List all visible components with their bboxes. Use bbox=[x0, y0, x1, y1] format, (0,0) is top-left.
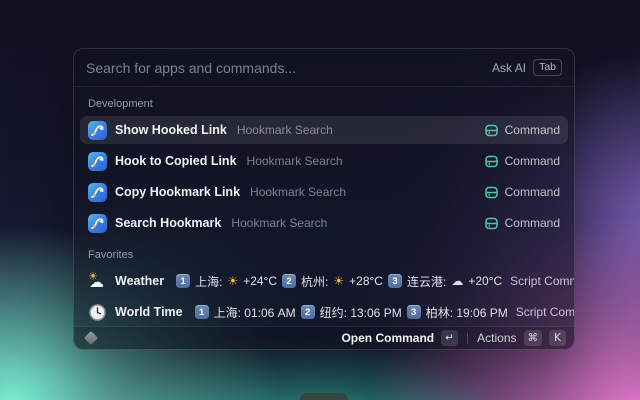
item-accessory: Command bbox=[484, 216, 560, 230]
item-type-label: Command bbox=[504, 154, 560, 168]
list-item[interactable]: Copy Hookmark Link Hookmark Search Command bbox=[80, 178, 568, 206]
item-type-label: Script Command bbox=[515, 305, 574, 319]
segment-label: 上海: 01:06 AM bbox=[213, 305, 296, 320]
item-accessory: Script Command bbox=[510, 274, 574, 288]
list-item[interactable]: Hook to Copied Link Hookmark Search Comman… bbox=[80, 147, 568, 175]
item-title: Search Hookmark bbox=[115, 216, 222, 230]
item-accessory: Script Command bbox=[516, 305, 574, 319]
segment-label: 杭州: bbox=[301, 274, 329, 289]
item-title: World Time bbox=[115, 305, 183, 319]
segment-value: +20°C bbox=[468, 274, 503, 288]
segment-label: 上海: bbox=[195, 274, 223, 289]
keycap-number-icon: 2 bbox=[300, 305, 315, 319]
raycast-logo-icon bbox=[83, 330, 99, 346]
item-title: Show Hooked Link bbox=[115, 123, 227, 137]
item-accessory: Command bbox=[484, 185, 560, 199]
sun-icon: ☀ bbox=[227, 274, 239, 288]
raycast-launcher-window: Ask AI Tab Development Show Hooked Link Ho… bbox=[73, 48, 575, 350]
list-item[interactable]: ☀ ☁ Weather 1 上海: ☀ +24°C 2 杭州: ☀ +28°C 3 连云港: ☁ +20°C… bbox=[80, 267, 574, 295]
item-accessory: Command bbox=[484, 154, 560, 168]
keycap-number-icon: 3 bbox=[406, 305, 421, 319]
item-subtitle: Hookmark Search bbox=[250, 185, 347, 199]
hookmark-app-icon bbox=[88, 182, 107, 202]
keycap-number-icon: 1 bbox=[176, 274, 191, 288]
sun-icon: ☀ bbox=[333, 274, 345, 288]
section-header: Favorites bbox=[88, 249, 134, 261]
tab-key-badge: Tab bbox=[533, 58, 562, 77]
command-icon bbox=[484, 186, 498, 199]
actions-button[interactable]: Actions bbox=[477, 331, 516, 345]
ask-ai-control[interactable]: Ask AI Tab bbox=[492, 58, 562, 77]
segment-value: +28°C bbox=[349, 274, 383, 288]
item-type-label: Command bbox=[504, 216, 560, 230]
keycap-number-icon: 2 bbox=[282, 274, 297, 288]
item-detail-segments: 1 上海: 01:06 AM 2 纽约: 13:06 PM 3 柏林: 19:06 PM bbox=[194, 304, 508, 321]
list-item[interactable]: Search Hookmark Hookmark Search Command bbox=[80, 209, 568, 237]
item-title: Weather bbox=[115, 274, 165, 288]
footer-bar: Open Command ↵ Actions ⌘ K bbox=[74, 326, 574, 349]
enter-key-icon: ↵ bbox=[441, 330, 459, 346]
k-key-icon: K bbox=[549, 330, 566, 346]
hookmark-app-icon bbox=[88, 151, 107, 171]
ask-ai-label: Ask AI bbox=[492, 60, 527, 75]
command-icon bbox=[484, 124, 498, 137]
segment-value: +24°C bbox=[243, 274, 278, 288]
item-subtitle: Hookmark Search bbox=[231, 216, 328, 230]
keycap-number-icon: 3 bbox=[387, 274, 402, 288]
command-icon bbox=[484, 217, 498, 230]
item-type-label: Script Command bbox=[510, 274, 574, 288]
item-accessory: Command bbox=[484, 123, 560, 137]
cmd-key-icon: ⌘ bbox=[523, 330, 542, 346]
list-item[interactable]: Show Hooked Link Hookmark Search Command bbox=[80, 116, 568, 144]
search-bar: Ask AI Tab bbox=[74, 49, 574, 87]
segment-label: 连云港: bbox=[406, 274, 447, 289]
item-title: Hook to Copied Link bbox=[115, 154, 237, 168]
item-type-label: Command bbox=[504, 185, 560, 199]
keycap-number-icon: 1 bbox=[194, 305, 209, 319]
hookmark-app-icon bbox=[88, 213, 107, 233]
weather-app-icon: ☀ ☁ bbox=[88, 269, 104, 291]
item-title: Copy Hookmark Link bbox=[115, 185, 241, 199]
command-icon bbox=[484, 155, 498, 168]
cloud-icon: ☁ bbox=[451, 274, 464, 288]
footer-separator bbox=[467, 332, 469, 344]
search-input[interactable] bbox=[86, 59, 493, 76]
item-subtitle: Hookmark Search bbox=[246, 154, 343, 168]
segment-label: 柏林: 19:06 PM bbox=[425, 305, 508, 320]
results-list: Development Show Hooked Link Hookmark Sear… bbox=[74, 87, 574, 326]
open-command-button[interactable]: Open Command bbox=[341, 331, 434, 345]
item-detail-segments: 1 上海: ☀ +24°C 2 杭州: ☀ +28°C 3 连云港: ☁ +20°C bbox=[176, 273, 502, 290]
item-subtitle: Hookmark Search bbox=[236, 123, 333, 137]
segment-label: 纽约: 13:06 PM bbox=[319, 305, 402, 320]
background-dock-peek bbox=[300, 393, 348, 400]
world-time-app-icon bbox=[88, 303, 107, 322]
section-header: Development bbox=[88, 98, 153, 110]
list-item[interactable]: World Time 1 上海: 01:06 AM 2 纽约: 13:06 PM 3 柏林:… bbox=[80, 298, 574, 326]
hookmark-app-icon bbox=[88, 120, 107, 140]
item-type-label: Command bbox=[504, 123, 560, 137]
